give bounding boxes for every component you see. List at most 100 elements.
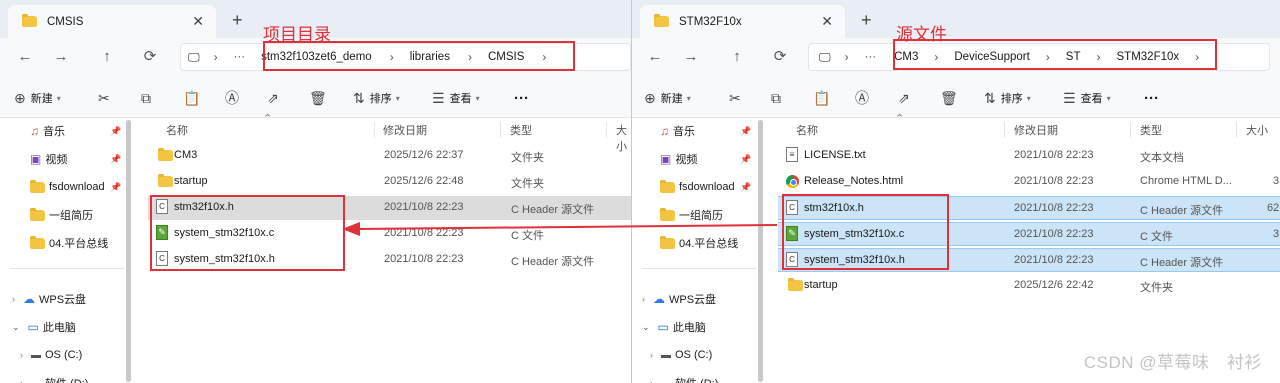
- nav-item-wps-cloud[interactable]: › ☁ WPS云盘: [642, 289, 716, 309]
- rename-icon[interactable]: Ⓐ: [855, 88, 874, 108]
- address-bar: ← → ↑ ⟳ 🖵 › ··· CM3 › DeviceSupport › ST…: [632, 38, 1280, 76]
- cut-icon[interactable]: ✂: [729, 88, 746, 108]
- delete-icon[interactable]: 🗑: [940, 88, 963, 108]
- refresh-icon[interactable]: ⟳: [139, 46, 161, 68]
- sort-icon: ⇅: [984, 89, 996, 106]
- close-icon[interactable]: ✕: [192, 13, 204, 30]
- file-row[interactable]: C stm32f10x.h 2021/10/8 22:23 C Header 源…: [778, 196, 1280, 220]
- nav-item-music[interactable]: ♫ 音乐 📌: [30, 121, 121, 141]
- paste-icon[interactable]: 📋: [813, 88, 835, 108]
- file-row[interactable]: ✎ system_stm32f10x.c 2021/10/8 22:23 C 文…: [778, 222, 1280, 246]
- file-name: system_stm32f10x.h: [174, 253, 275, 265]
- sort-button[interactable]: ⇅ 排序 ▾: [984, 88, 1031, 108]
- share-icon[interactable]: ⇗: [267, 88, 284, 108]
- new-button[interactable]: ⊕ 新建 ▾: [14, 88, 61, 108]
- folder-icon: [654, 14, 669, 27]
- cut-icon[interactable]: ✂: [98, 88, 115, 108]
- nav-item-this-pc[interactable]: ⌄ ▭ 此电脑: [12, 317, 76, 337]
- new-button[interactable]: ⊕ 新建 ▾: [644, 88, 691, 108]
- nav-item-this-pc[interactable]: ⌄ ▭ 此电脑: [642, 317, 706, 337]
- column-header-type[interactable]: 类型: [510, 122, 532, 138]
- file-name: CM3: [174, 149, 198, 161]
- sort-button[interactable]: ⇅ 排序 ▾: [353, 88, 400, 108]
- forward-icon[interactable]: →: [50, 46, 72, 68]
- file-name: stm32f10x.h: [174, 201, 234, 213]
- breadcrumb-item[interactable]: ST: [1066, 51, 1081, 63]
- nav-item-drive-c[interactable]: › ▬ OS (C:): [650, 345, 712, 365]
- chevron-right-icon: ›: [934, 50, 939, 64]
- back-icon[interactable]: ←: [644, 46, 666, 68]
- back-icon[interactable]: ←: [14, 46, 36, 68]
- breadcrumb[interactable]: 🖵 › ··· stm32f103zet6_demo › libraries ›…: [188, 43, 546, 71]
- new-tab-button[interactable]: +: [861, 10, 872, 31]
- file-row[interactable]: startup 2025/12/6 22:42 文件夹: [778, 274, 1280, 298]
- breadcrumb[interactable]: 🖵 › ··· CM3 › DeviceSupport › ST › STM32…: [819, 43, 1199, 71]
- rename-icon[interactable]: Ⓐ: [225, 88, 244, 108]
- chevron-right-icon: ›: [1096, 50, 1101, 64]
- nav-item-drive-d[interactable]: ›▬软件 (D:): [20, 373, 88, 383]
- forward-icon[interactable]: →: [680, 46, 702, 68]
- file-row[interactable]: C system_stm32f10x.h 2021/10/8 22:23 C H…: [148, 248, 631, 272]
- file-row[interactable]: C system_stm32f10x.h 2021/10/8 22:23 C H…: [778, 248, 1280, 272]
- breadcrumb-item[interactable]: DeviceSupport: [954, 51, 1029, 63]
- delete-icon[interactable]: 🗑: [309, 88, 332, 108]
- more-button[interactable]: ···: [514, 88, 529, 108]
- column-header-modified[interactable]: 修改日期: [1014, 122, 1058, 138]
- folder-icon: [30, 179, 45, 193]
- pc-icon: ▭: [657, 320, 669, 334]
- more-icon[interactable]: ···: [234, 51, 246, 63]
- nav-item-music[interactable]: ♫ 音乐 📌: [660, 121, 751, 141]
- breadcrumb-item[interactable]: CM3: [894, 51, 918, 63]
- nav-item-fsdownload[interactable]: fsdownload 📌: [660, 177, 751, 197]
- file-row[interactable]: ≡ LICENSE.txt 2021/10/8 22:23 文本文档: [778, 144, 1280, 168]
- scrollbar[interactable]: [126, 120, 131, 382]
- tab-cmsis[interactable]: CMSIS ✕: [8, 5, 216, 38]
- column-header-type[interactable]: 类型: [1140, 122, 1162, 138]
- file-row[interactable]: CM3 2025/12/6 22:37 文件夹: [148, 144, 631, 168]
- breadcrumb-item[interactable]: CMSIS: [488, 51, 524, 63]
- close-icon[interactable]: ✕: [821, 13, 833, 30]
- nav-item-fsdownload[interactable]: fsdownload 📌: [30, 177, 121, 197]
- folder-icon: [22, 14, 37, 27]
- more-button[interactable]: ···: [1144, 88, 1159, 108]
- paste-icon[interactable]: 📋: [183, 88, 205, 108]
- nav-item-wps-cloud[interactable]: › ☁ WPS云盘: [12, 289, 86, 309]
- nav-item-video[interactable]: ▣ 视频 📌: [30, 149, 121, 169]
- new-tab-button[interactable]: +: [232, 10, 243, 31]
- copy-icon[interactable]: ⧉: [771, 88, 786, 108]
- file-size: 3: [1273, 175, 1280, 187]
- column-header-name[interactable]: 名称: [796, 122, 818, 138]
- navigation-pane: ♫ 音乐 📌 ▣ 视频 📌 fsdownload 📌 一组简历 04.平台总线 › ☁ WPS…: [632, 118, 762, 383]
- scrollbar[interactable]: [758, 120, 763, 382]
- drive-icon: ▬: [661, 377, 671, 383]
- view-button[interactable]: ☰ 查看 ▾: [1063, 88, 1111, 108]
- nav-item-drive-c[interactable]: › ▬ OS (C:): [20, 345, 82, 365]
- file-row[interactable]: Release_Notes.html 2021/10/8 22:23 Chrom…: [778, 170, 1280, 194]
- share-icon[interactable]: ⇗: [898, 88, 915, 108]
- column-header-size[interactable]: 大小: [1246, 122, 1268, 138]
- file-row[interactable]: startup 2025/12/6 22:48 文件夹: [148, 170, 631, 194]
- nav-item-drive-d[interactable]: ›▬软件 (D:): [650, 373, 718, 383]
- tab-stm32f10x[interactable]: STM32F10x ✕: [640, 5, 845, 38]
- column-header-name[interactable]: 名称: [166, 122, 188, 138]
- breadcrumb-item[interactable]: libraries: [410, 51, 450, 63]
- copy-icon[interactable]: ⧉: [141, 88, 156, 108]
- file-type: C Header 源文件: [1140, 257, 1224, 269]
- nav-item-video[interactable]: ▣ 视频 📌: [660, 149, 751, 169]
- breadcrumb-item[interactable]: stm32f103zet6_demo: [261, 51, 372, 63]
- folder-icon: [788, 278, 803, 294]
- column-header-modified[interactable]: 修改日期: [383, 122, 427, 138]
- up-icon[interactable]: ↑: [96, 46, 118, 68]
- nav-item-resume[interactable]: 一组简历: [30, 205, 93, 225]
- column-separator: [374, 122, 375, 138]
- c-header-file-icon: C: [156, 199, 168, 214]
- chevron-right-icon: ›: [12, 294, 15, 304]
- view-button[interactable]: ☰ 查看 ▾: [432, 88, 480, 108]
- file-type: C Header 源文件: [511, 256, 595, 268]
- chevron-right-icon: ›: [1195, 50, 1200, 64]
- up-icon[interactable]: ↑: [726, 46, 748, 68]
- refresh-icon[interactable]: ⟳: [769, 46, 791, 68]
- breadcrumb-item[interactable]: STM32F10x: [1117, 51, 1180, 63]
- nav-item-platform-bus[interactable]: 04.平台总线: [30, 233, 108, 253]
- more-icon[interactable]: ···: [865, 51, 877, 63]
